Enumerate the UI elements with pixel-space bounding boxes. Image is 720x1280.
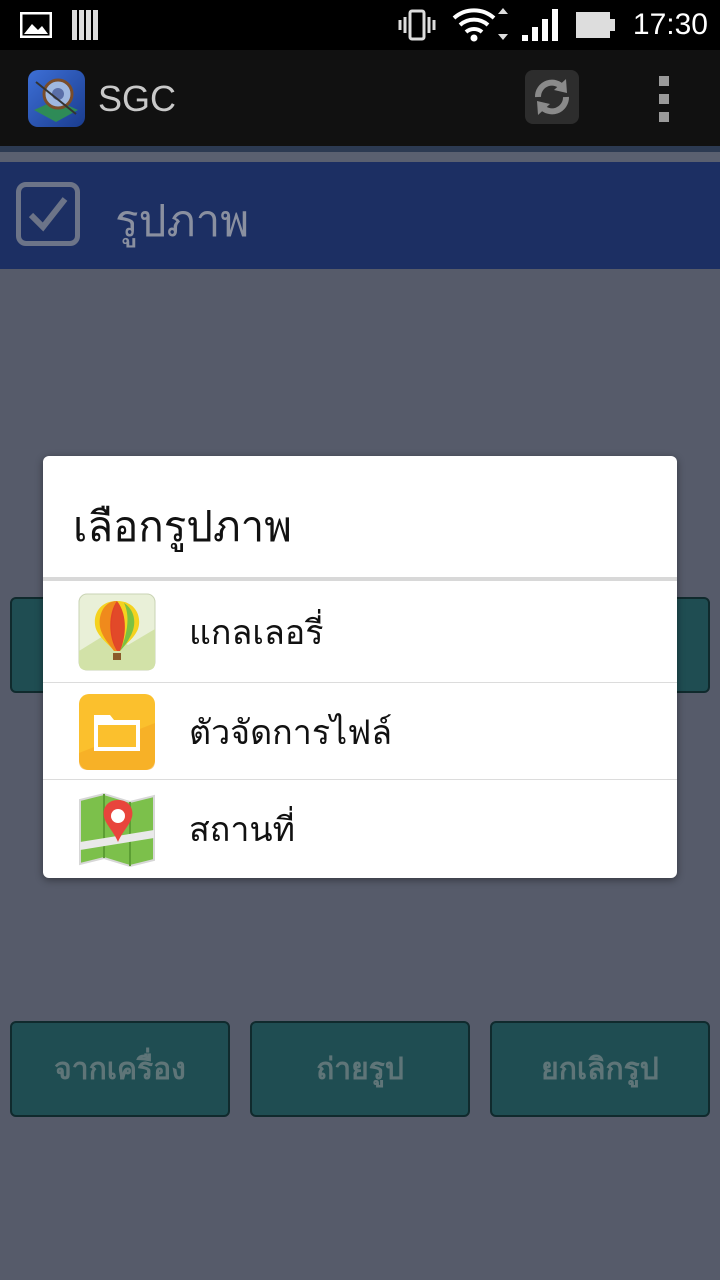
- section-checkbox[interactable]: [16, 182, 80, 246]
- battery-icon: [576, 0, 616, 50]
- app-logo: [28, 70, 85, 127]
- option-places-label: สถานที่: [189, 809, 296, 850]
- action-bar: SGC: [0, 50, 720, 146]
- cancel-photo-button[interactable]: ยกเลิกรูป: [490, 1021, 710, 1117]
- from-device-button[interactable]: จากเครื่อง: [10, 1021, 230, 1117]
- dialog-title: เลือกรูปภาพ: [73, 502, 292, 551]
- gallery-notification-icon: [20, 0, 52, 50]
- gallery-balloon-icon: [78, 593, 156, 671]
- file-manager-folder-icon: [78, 693, 156, 771]
- dialog-divider: [43, 577, 677, 581]
- app-title: SGC: [98, 78, 177, 119]
- section-header: รูปภาพ: [0, 162, 720, 269]
- accent-strip: [0, 146, 720, 162]
- option-gallery-label: แกลเลอรี่: [189, 612, 324, 653]
- section-title: รูปภาพ: [115, 196, 250, 247]
- overflow-menu-button[interactable]: [650, 76, 678, 122]
- choose-image-dialog: เลือกรูปภาพ แกลเลอรี่ ตัวจัดการไฟล์ สถาน…: [43, 456, 677, 878]
- wifi-icon: [452, 0, 508, 50]
- option-places[interactable]: สถานที่: [43, 780, 677, 877]
- option-file-manager-label: ตัวจัดการไฟล์: [189, 712, 393, 753]
- sync-button[interactable]: [525, 70, 579, 124]
- sync-icon: [535, 79, 569, 115]
- checkmark-icon: [28, 197, 68, 232]
- take-photo-button[interactable]: ถ่ายรูป: [250, 1021, 470, 1117]
- cell-signal-icon: [522, 0, 558, 50]
- option-file-manager[interactable]: ตัวจัดการไฟล์: [43, 683, 677, 780]
- status-bar: 17:30: [0, 0, 720, 50]
- option-gallery[interactable]: แกลเลอรี่: [43, 583, 677, 680]
- storage-notification-icon: [72, 0, 98, 50]
- map-pin-icon: [78, 790, 156, 868]
- vibrate-icon: [398, 0, 436, 50]
- clock: 17:30: [632, 8, 708, 41]
